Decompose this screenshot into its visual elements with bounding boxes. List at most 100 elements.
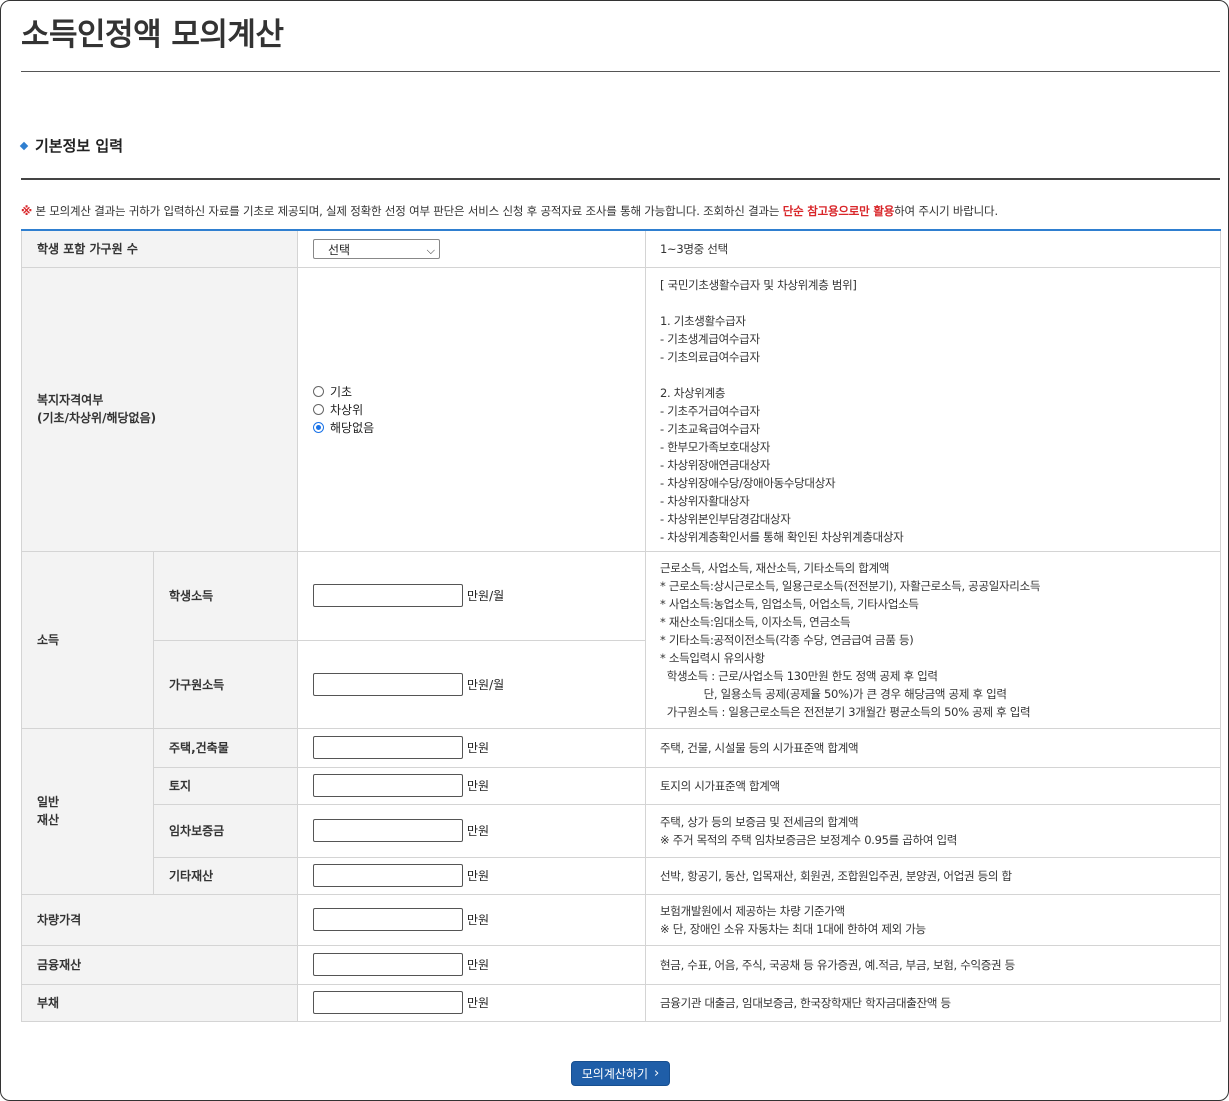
diamond-bullet-icon [19,141,29,151]
student-income-input[interactable] [313,584,464,607]
vehicle-description: 보험개발원에서 제공하는 차량 기준가액 ※ 단, 장애인 소유 자동차는 최대… [645,893,1222,946]
property-label-line2: 재산 [37,813,60,827]
desc-line: 선박, 항공기, 동산, 입목재산, 회원권, 조합원입주권, 분양권, 어업권… [660,868,1012,883]
welfare-label-line2: (기초/차상위/해당없음) [37,411,157,425]
desc-line: - 기초생계급여수급자 [660,331,760,346]
property-label: 일반 재산 [21,727,154,895]
deposit-description: 주택, 상가 등의 보증금 및 전세금의 합계액 ※ 주거 목적의 주택 임차보… [645,803,1222,858]
other-property-label: 기타재산 [152,856,299,895]
property-deposit-row: 임차보증금 만원 주택, 상가 등의 보증금 및 전세금의 합계액 ※ 주거 목… [22,803,1222,858]
desc-line: ※ 주거 목적의 주택 임차보증금은 보정계수 0.95를 곱하여 입력 [660,832,958,847]
desc-line: * 사업소득:농업소득, 임업소득, 어업소득, 기타사업소득 [660,596,919,611]
section-heading: 기본정보 입력 [19,135,123,156]
property-other-row: 기타재산 만원 선박, 항공기, 동산, 입목재산, 회원권, 조합원입주권, … [22,856,1222,895]
notice-mark: ※ [21,204,32,218]
radio-label: 기초 [330,384,353,399]
unit-label: 만원/월 [467,589,505,603]
desc-line: 토지의 시가표준액 합계액 [660,778,780,793]
radio-button-selected[interactable] [313,421,325,433]
welfare-row: 복지자격여부 (기초/차상위/해당없음) 기초 차상위 해당없음 [ 국민기초생… [20,266,1222,552]
welfare-option-basic[interactable]: 기초 [313,382,645,400]
property-land-row: 토지 만원 토지의 시가표준액 합계액 [22,766,1222,805]
housing-input[interactable] [313,736,464,759]
welfare-label: 복지자격여부 (기초/차상위/해당없음) [20,266,299,552]
financial-label: 금융재산 [20,944,299,985]
property-housing-row: 일반 재산 주택,건축물 만원 주택, 건물, 시설물 등의 시가표준액 합계액 [21,727,1222,895]
unit-label: 만원 [467,996,490,1010]
vehicle-label: 차량가격 [20,893,299,946]
deposit-input[interactable] [313,819,464,842]
desc-line: 학생소득 : 근로/사업소득 130만원 한도 정액 공제 후 입력 [660,668,938,683]
household-income-label: 가구원소득 [152,639,299,729]
calculate-button[interactable]: 모의계산하기 › [571,1061,670,1086]
unit-label: 만원 [467,824,490,838]
household-description: 1~3명중 선택 [645,229,1222,268]
welfare-option-near-poverty[interactable]: 차상위 [313,400,645,418]
income-student-row: 소득 학생소득 만원/월 근로소득, 사업소득, 재산소득, 기타소득의 합계액… [21,550,1222,729]
welfare-label-line1: 복지자격여부 [37,393,104,407]
property-label-line1: 일반 [37,795,60,809]
debt-row: 부채 만원 금융기관 대출금, 임대보증금, 한국장학재단 학자금대출잔액 등 [20,983,1222,1022]
desc-line: - 차상위계층확인서를 통해 확인된 차상위계층대상자 [660,529,904,544]
desc-line: 단, 일용소득 공제(공제율 50%)가 큰 경우 해당금액 공제 후 입력 [660,686,1007,701]
income-description: 근로소득, 사업소득, 재산소득, 기타소득의 합계액 * 근로소득:상시근로소… [645,550,1222,729]
student-income-label: 학생소득 [152,550,299,641]
unit-label: 만원 [467,913,490,927]
land-description: 토지의 시가표준액 합계액 [645,766,1222,805]
radio-button[interactable] [313,403,325,415]
desc-line: * 소득입력시 유의사항 [660,650,765,665]
page-frame: 소득인정액 모의계산 기본정보 입력 ※ 본 모의계산 결과는 귀하가 입력하신… [0,0,1229,1101]
housing-label: 주택,건축물 [152,727,299,768]
desc-line: 1. 기초생활수급자 [660,313,746,328]
title-divider [21,71,1220,72]
desc-line: * 재산소득:임대소득, 이자소득, 연금소득 [660,614,851,629]
desc-line: ※ 단, 장애인 소유 자동차는 최대 1대에 한하여 제외 가능 [660,921,926,936]
unit-label: 만원 [467,958,490,972]
financial-input[interactable] [313,953,464,976]
input-form-table: 학생 포함 가구원 수 선택 ⌵ 1~3명중 선택 복지자격여부 (기초/차상위… [20,229,1222,1022]
financial-description: 현금, 수표, 어음, 주식, 국공채 등 유가증권, 예.적금, 부금, 보험… [645,944,1222,985]
desc-line: * 근로소득:상시근로소득, 일용근로소득(전전분기), 자활근로소득, 공공일… [660,578,1041,593]
debt-input[interactable] [313,991,464,1014]
land-input[interactable] [313,774,464,797]
notice-tail: 하여 주시기 바랍니다. [894,204,998,218]
financial-row: 금융재산 만원 현금, 수표, 어음, 주식, 국공채 등 유가증권, 예.적금… [20,944,1222,985]
desc-line: 가구원소득 : 일용근로소득은 전전분기 3개월간 평균소득의 50% 공제 후… [660,704,1031,719]
vehicle-row: 차량가격 만원 보험개발원에서 제공하는 차량 기준가액 ※ 단, 장애인 소유… [20,893,1222,946]
household-select[interactable]: 선택 ⌵ [313,238,441,259]
household-income-input[interactable] [313,672,464,696]
vehicle-input[interactable] [313,908,464,931]
desc-line: - 기초주거급여수급자 [660,403,760,418]
notice-body: 본 모의계산 결과는 귀하가 입력하신 자료를 기초로 제공되며, 실제 정확한… [31,204,783,218]
household-label: 학생 포함 가구원 수 [20,229,299,268]
unit-label: 만원 [467,869,490,883]
welfare-option-none[interactable]: 해당없음 [313,418,645,436]
unit-label: 만원/월 [467,677,505,692]
deposit-label: 임차보증금 [152,803,299,858]
radio-label: 차상위 [330,402,364,417]
housing-description: 주택, 건물, 시설물 등의 시가표준액 합계액 [645,727,1222,768]
desc-line: - 차상위장애연금대상자 [660,457,771,472]
radio-button[interactable] [313,385,325,397]
radio-label: 해당없음 [330,420,375,435]
notice-text: ※ 본 모의계산 결과는 귀하가 입력하신 자료를 기초로 제공되며, 실제 정… [21,203,998,219]
desc-line: 보험개발원에서 제공하는 차량 기준가액 [660,903,845,918]
unit-label: 만원 [467,779,490,793]
desc-line: - 차상위자활대상자 [660,493,750,508]
income-label: 소득 [21,550,154,729]
other-property-input[interactable] [313,864,464,887]
page-title: 소득인정액 모의계산 [21,17,284,53]
desc-line: * 기타소득:공적이전소득(각종 수당, 연금급여 금품 등) [660,632,914,647]
welfare-description: [ 국민기초생활수급자 및 차상위계층 범위] 1. 기초생활수급자 - 기초생… [645,266,1222,552]
desc-line: 근로소득, 사업소득, 재산소득, 기타소득의 합계액 [660,560,890,575]
other-property-description: 선박, 항공기, 동산, 입목재산, 회원권, 조합원입주권, 분양권, 어업권… [645,856,1222,895]
debt-label: 부채 [20,983,299,1022]
desc-line: 2. 차상위계층 [660,385,726,400]
debt-description: 금융기관 대출금, 임대보증금, 한국장학재단 학자금대출잔액 등 [645,983,1222,1022]
unit-label: 만원 [467,741,490,755]
desc-line [660,294,1220,312]
desc-line [660,366,1220,384]
chevron-down-icon: ⌵ [426,243,436,257]
section-divider [21,178,1220,180]
desc-line: 현금, 수표, 어음, 주식, 국공채 등 유가증권, 예.적금, 부금, 보험… [660,957,1015,972]
